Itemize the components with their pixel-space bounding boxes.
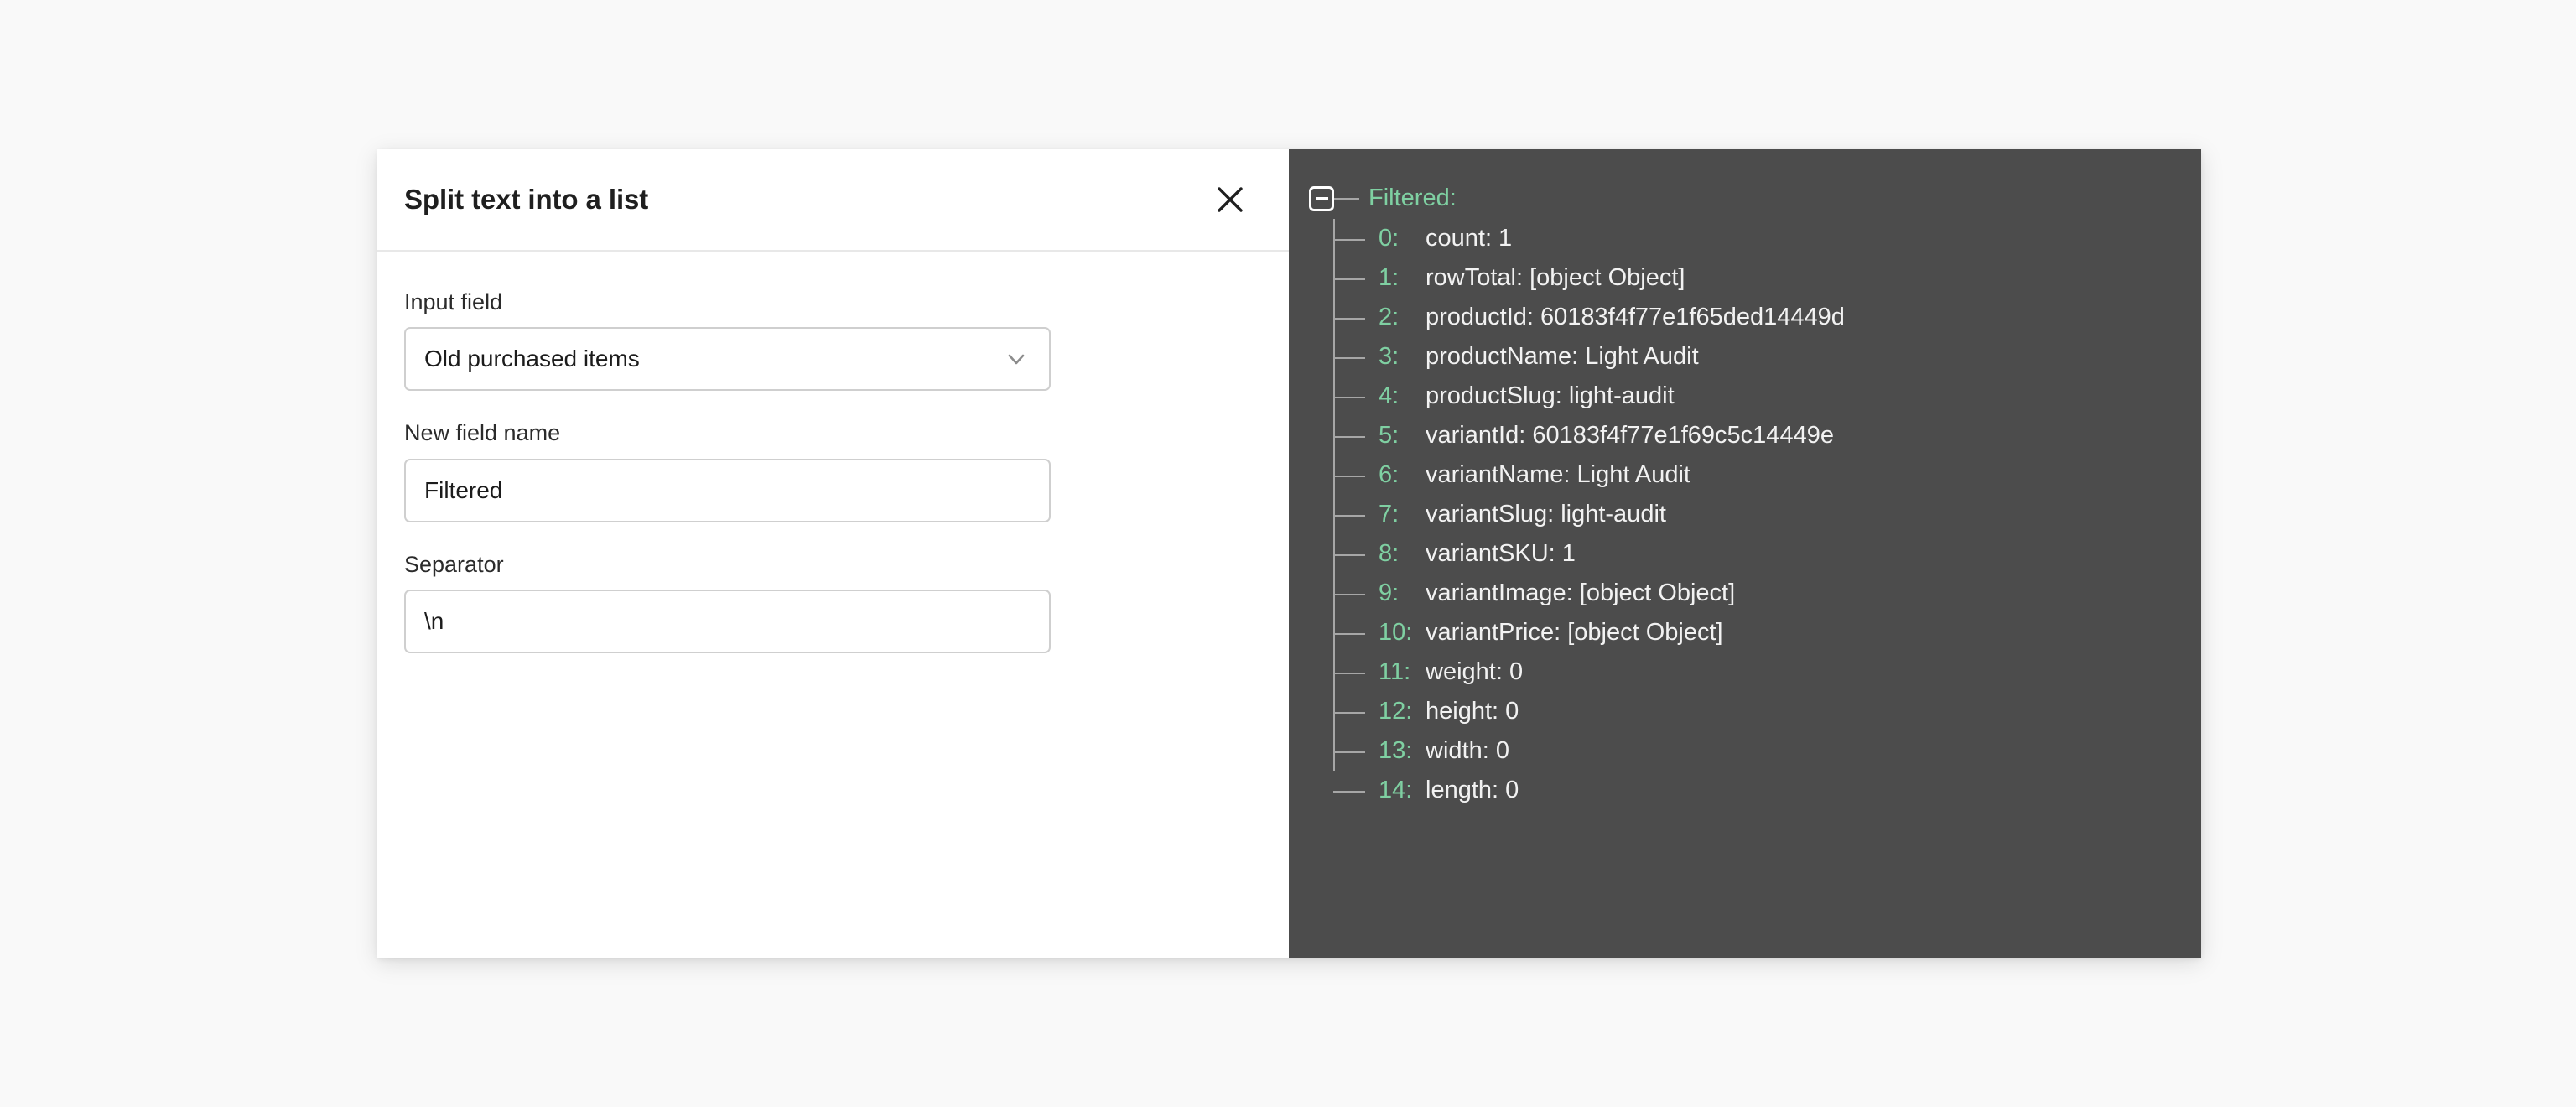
modal-header: Split text into a list xyxy=(377,149,1289,252)
tree-row-index: 5: xyxy=(1379,422,1400,449)
field-label-new-field-name: New field name xyxy=(404,420,561,446)
form-panel: Split text into a list Input field Old p… xyxy=(377,149,1289,958)
field-label-input-field: Input field xyxy=(404,289,503,314)
tree-row[interactable]: 11: weight: 0 xyxy=(1333,652,2201,692)
tree-row-index: 7: xyxy=(1379,501,1400,528)
tree-preview-panel: Filtered: 0: count: 1 1: rowTotal: [object … xyxy=(1289,149,2201,958)
separator-input[interactable] xyxy=(404,590,1051,654)
tree-row-text: variantImage: [object Object] xyxy=(1426,579,1736,606)
tree-row-text: variantPrice: [object Object] xyxy=(1426,619,1723,646)
tree-row-text: variantSlug: light-audit xyxy=(1426,501,1666,528)
close-button[interactable] xyxy=(1208,178,1252,221)
tree-row-text: width: 0 xyxy=(1426,737,1509,764)
tree-row[interactable]: 5: variantId: 60183f4f77e1f69c5c14449e xyxy=(1333,416,2201,455)
modal-body: Input field Old purchased items New fiel… xyxy=(377,252,1289,958)
tree-row[interactable]: 9: variantImage: [object Object] xyxy=(1333,574,2201,613)
field-new-field-name: New field name xyxy=(404,419,1262,522)
field-input-field: Input field Old purchased items xyxy=(404,288,1262,392)
tree-row[interactable]: 7: variantSlug: light-audit xyxy=(1333,495,2201,534)
tree-row-index: 8: xyxy=(1379,540,1400,567)
input-field-select[interactable]: Old purchased items xyxy=(404,327,1051,392)
tree-row[interactable]: 2: productId: 60183f4f77e1f65ded14449d xyxy=(1333,298,2201,337)
chevron-down-icon xyxy=(1005,348,1031,370)
tree-row-text: productId: 60183f4f77e1f65ded14449d xyxy=(1426,304,1845,330)
tree-row-index: 13: xyxy=(1379,737,1413,764)
tree-row-text: productSlug: light-audit xyxy=(1426,382,1675,409)
tree-row[interactable]: 3: productName: Light Audit xyxy=(1333,337,2201,377)
tree-row[interactable]: 0: count: 1 xyxy=(1333,219,2201,258)
split-text-modal: Split text into a list Input field Old p… xyxy=(377,149,2201,958)
tree-row-text: height: 0 xyxy=(1426,698,1519,725)
tree-row-text: length: 0 xyxy=(1426,777,1519,803)
collapse-minus-icon[interactable] xyxy=(1309,185,1334,211)
tree-row-text: productName: Light Audit xyxy=(1426,343,1699,370)
tree-row-index: 9: xyxy=(1379,579,1400,606)
tree-row-index: 4: xyxy=(1379,382,1400,409)
tree-row-index: 3: xyxy=(1379,343,1400,370)
tree-row-text: rowTotal: [object Object] xyxy=(1426,264,1685,291)
tree-row[interactable]: 6: variantName: Light Audit xyxy=(1333,455,2201,495)
tree-row-text: variantSKU: 1 xyxy=(1426,540,1576,567)
tree-row-text: weight: 0 xyxy=(1426,658,1524,685)
tree-children: 0: count: 1 1: rowTotal: [object Object] 2: p… xyxy=(1333,219,2201,810)
tree-row-index: 2: xyxy=(1379,304,1400,330)
app-root: Split text into a list Input field Old p… xyxy=(0,0,2576,1107)
tree-row-index: 0: xyxy=(1379,225,1400,252)
tree-row[interactable]: 14: length: 0 xyxy=(1333,771,2201,810)
tree-row-text: variantName: Light Audit xyxy=(1426,461,1690,488)
tree-row-index: 11: xyxy=(1379,658,1411,685)
tree-row[interactable]: 4: productSlug: light-audit xyxy=(1333,377,2201,416)
tree-row-index: 6: xyxy=(1379,461,1400,488)
input-field-select-value: Old purchased items xyxy=(424,346,640,372)
tree-root-label: Filtered: xyxy=(1368,184,1457,211)
page-title: Split text into a list xyxy=(404,184,649,215)
minus-glyph xyxy=(1315,197,1328,200)
tree-row-text: variantId: 60183f4f77e1f69c5c14449e xyxy=(1426,422,1834,449)
tree-root-row: Filtered: xyxy=(1289,178,2201,219)
new-field-name-input[interactable] xyxy=(404,458,1051,522)
tree-row[interactable]: 12: height: 0 xyxy=(1333,692,2201,731)
tree-row-index: 1: xyxy=(1379,264,1400,291)
tree-row[interactable]: 10: variantPrice: [object Object] xyxy=(1333,613,2201,652)
tree-row[interactable]: 13: width: 0 xyxy=(1333,731,2201,771)
tree-row-index: 14: xyxy=(1379,777,1413,803)
tree-row-text: count: 1 xyxy=(1426,225,1513,252)
field-separator: Separator xyxy=(404,551,1262,654)
tree-row-index: 12: xyxy=(1379,698,1413,725)
field-label-separator: Separator xyxy=(404,551,504,577)
close-icon xyxy=(1216,185,1244,214)
tree-row[interactable]: 1: rowTotal: [object Object] xyxy=(1333,258,2201,298)
tree-row[interactable]: 8: variantSKU: 1 xyxy=(1333,534,2201,574)
tree-row-index: 10: xyxy=(1379,619,1413,646)
tree-connector-root xyxy=(1334,197,1359,200)
